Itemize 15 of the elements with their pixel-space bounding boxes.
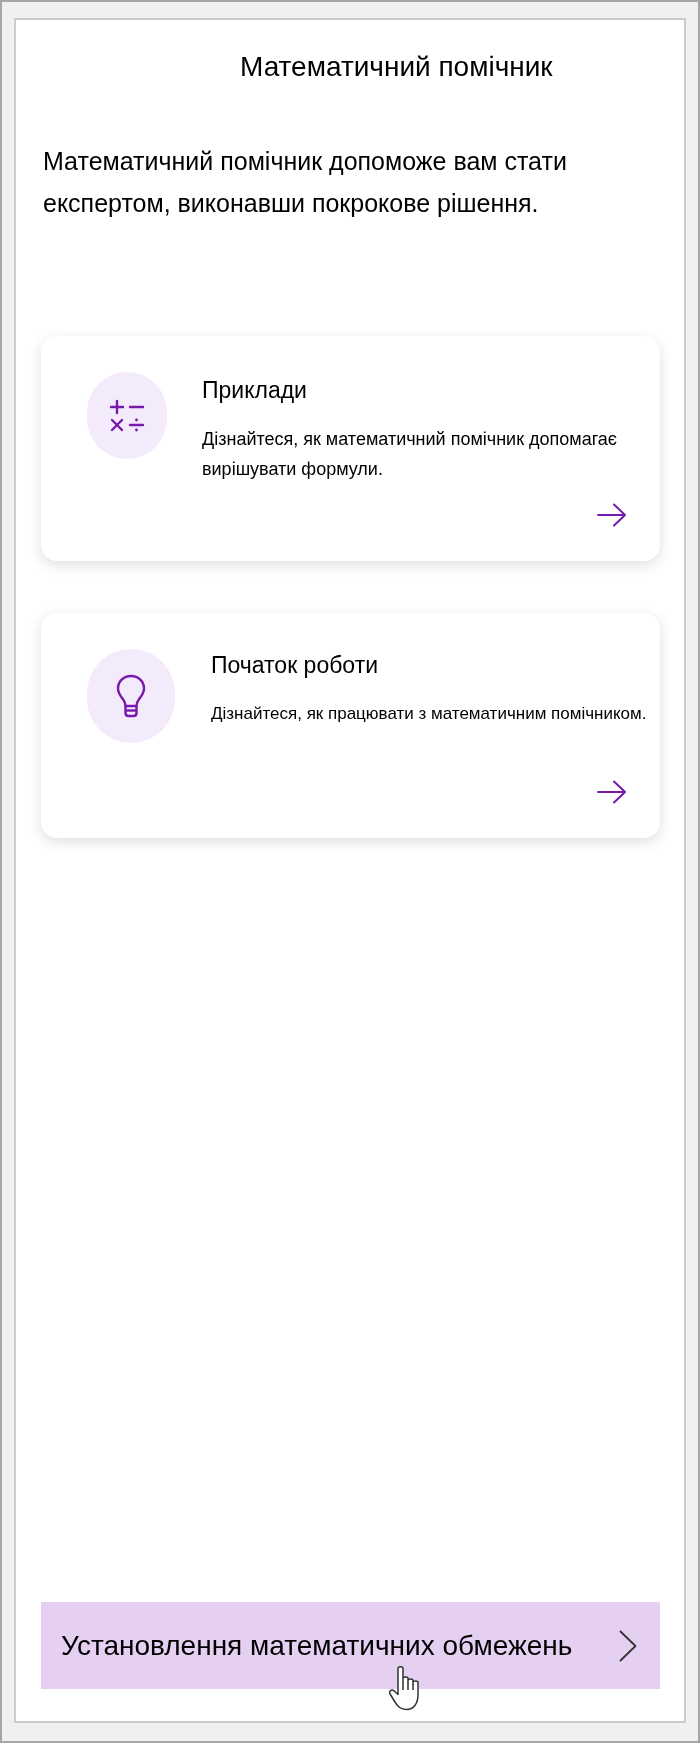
lightbulb-icon [116, 674, 146, 718]
intro-text: Математичний помічник допоможе вам стати експертом, виконавши покрокове рішення. [43, 146, 568, 219]
card-title: Початок роботи [211, 651, 380, 679]
topic-card[interactable]: Початок роботи Дізнайтеся, як працювати з математичним помічником. [41, 613, 660, 838]
topic-card[interactable]: Приклади Дізнайтеся, як математичний помічник допомагає вирішувати формули. [41, 336, 660, 561]
page-title: Математичний помічник [240, 50, 553, 84]
chevron-right-icon [619, 1629, 637, 1662]
arrow-right-icon[interactable] [597, 503, 627, 527]
card-title: Приклади [202, 376, 308, 404]
math-settings-button[interactable]: Установлення математичних обмежень [41, 1602, 660, 1689]
arrow-right-icon[interactable] [597, 780, 627, 804]
card-description: Дізнайтеся, як математичний помічник допомагає вирішувати формули. [202, 428, 619, 481]
hand-cursor-icon [388, 1665, 422, 1711]
math-operators-icon [109, 398, 145, 433]
card-description: Дізнайтеся, як працювати з математичним помічником. [211, 703, 648, 725]
